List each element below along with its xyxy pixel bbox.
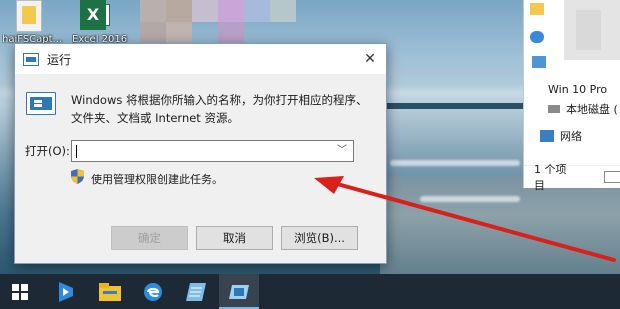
mail-app-icon — [59, 281, 73, 302]
notepad-icon — [186, 282, 206, 301]
drive-icon — [548, 105, 560, 113]
blurred-icon-tile — [244, 0, 270, 22]
explorer-item-computer[interactable] — [532, 53, 546, 71]
blurred-icon-tile — [140, 22, 166, 44]
blurred-icon-tile — [166, 0, 192, 22]
ok-button[interactable]: 确定 — [111, 226, 188, 250]
explorer-item-label: 本地磁盘 ( — [566, 103, 618, 116]
blurred-icon-tile — [192, 0, 218, 22]
annotation-arrow — [314, 176, 616, 262]
blurred-icon-tile — [166, 22, 192, 44]
taskbar-app-explorer[interactable] — [90, 274, 130, 309]
taskbar-app-run[interactable] — [219, 274, 259, 309]
explorer-item-network[interactable]: 网络 — [540, 127, 582, 145]
folder-icon — [530, 3, 544, 15]
explorer-item-label: 网络 — [560, 130, 582, 143]
dialog-description: Windows 将根据你所输入的名称，为你打开相应的程序、文件夹、文档或 Int… — [71, 93, 368, 125]
explorer-item-cloud[interactable] — [530, 28, 544, 46]
wave-foam — [390, 160, 520, 166]
shield-icon — [71, 169, 84, 184]
admin-note: 使用管理权限创建此任务。 — [91, 173, 223, 186]
file-explorer-window: Win 10 Pro 本地磁盘 ( 网络 1 个项目 — [523, 0, 620, 192]
explorer-item-local-disk[interactable]: 本地磁盘 ( — [548, 100, 618, 118]
desktop-icon-file[interactable]: haiFSCapt... — [2, 0, 72, 46]
blurred-icon-tile — [270, 0, 296, 22]
text-caret — [76, 145, 77, 158]
explorer-item-folder[interactable] — [530, 0, 544, 18]
file-explorer-icon — [99, 282, 121, 301]
cloud-icon — [530, 31, 544, 43]
dialog-title: 运行 — [47, 52, 72, 67]
taskbar-app-edge[interactable] — [133, 274, 173, 309]
blurred-icon-tile — [218, 0, 244, 22]
open-label: 打开(O): — [25, 144, 70, 158]
taskbar-app-notepad[interactable] — [176, 274, 216, 309]
computer-icon — [532, 56, 546, 68]
close-icon[interactable]: ✕ — [360, 49, 380, 69]
chevron-down-icon[interactable]: ﹀ — [333, 142, 351, 160]
edge-icon — [144, 282, 162, 301]
cancel-button[interactable]: 取消 — [196, 226, 273, 250]
blurred-region — [576, 10, 601, 50]
run-large-icon — [26, 92, 56, 115]
network-icon — [540, 130, 554, 142]
explorer-item-win10[interactable]: Win 10 Pro — [548, 80, 607, 98]
file-icon — [16, 0, 42, 32]
open-input[interactable]: ﹀ — [71, 140, 354, 162]
run-app-icon — [23, 52, 39, 66]
run-icon — [229, 284, 249, 299]
taskbar — [0, 274, 620, 309]
dialog-titlebar[interactable]: 运行 ✕ — [15, 44, 386, 74]
desktop-icon-excel[interactable]: X Excel 2016 — [72, 0, 142, 46]
start-icon — [12, 283, 28, 300]
taskbar-app-mail[interactable] — [46, 274, 86, 309]
start-button[interactable] — [0, 274, 40, 309]
horizon — [385, 103, 525, 109]
blurred-icon-tile — [140, 0, 166, 22]
excel-icon: X — [80, 0, 106, 30]
explorer-item-label: Win 10 Pro — [548, 82, 608, 96]
blurred-icon-tile — [218, 22, 244, 44]
